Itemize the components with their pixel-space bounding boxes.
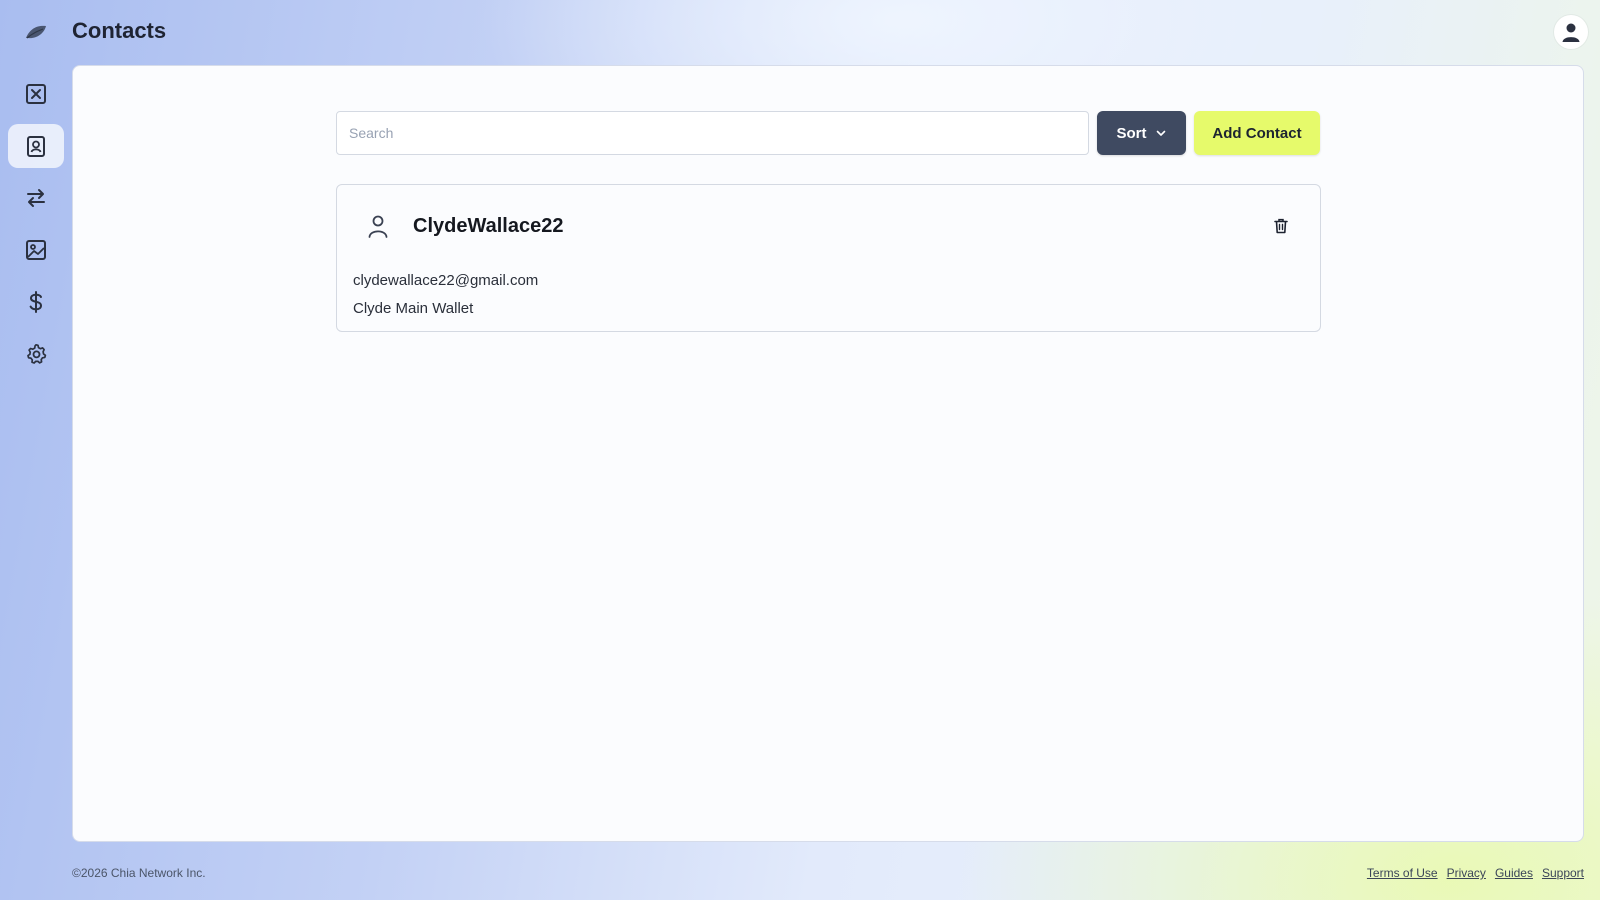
app-logo [24, 22, 48, 42]
close-box-icon [26, 84, 46, 104]
add-contact-button[interactable]: Add Contact [1194, 111, 1320, 155]
privacy-link[interactable]: Privacy [1447, 866, 1486, 880]
user-icon [1562, 23, 1580, 42]
support-link[interactable]: Support [1542, 866, 1584, 880]
image-icon [26, 240, 46, 260]
trash-icon [1274, 218, 1288, 234]
main-panel [72, 65, 1584, 842]
sidebar-item-contacts[interactable] [8, 124, 64, 168]
contact-name: ClydeWallace22 [413, 215, 564, 237]
sidebar-item-settings[interactable] [8, 332, 64, 376]
terms-of-use-link[interactable]: Terms of Use [1367, 866, 1438, 880]
add-contact-label: Add Contact [1212, 124, 1302, 142]
user-avatar-button[interactable] [1554, 15, 1588, 49]
contact-wallet-name: Clyde Main Wallet [353, 300, 474, 317]
contact-email: clydewallace22@gmail.com [353, 272, 539, 289]
contact-card[interactable]: ClydeWallace22 clydewallace22@gmail.com … [336, 184, 1321, 332]
sidebar-item-tokens[interactable] [8, 280, 64, 324]
sidebar-item-offers[interactable] [8, 72, 64, 116]
sidebar-item-nfts[interactable] [8, 228, 64, 272]
person-icon [365, 213, 391, 239]
dollar-icon [29, 291, 43, 313]
sort-button[interactable]: Sort [1097, 111, 1186, 155]
page-title: Contacts [72, 18, 167, 43]
chevron-down-icon [1156, 130, 1165, 136]
sort-button-label: Sort [1116, 124, 1147, 142]
contacts-icon [27, 136, 45, 157]
sidebar-item-transactions[interactable] [8, 176, 64, 220]
guides-link[interactable]: Guides [1495, 866, 1533, 880]
footer-links: Terms of Use Privacy Guides Support [1367, 866, 1584, 880]
transfer-arrows-icon [27, 189, 45, 207]
search-input[interactable] [336, 111, 1089, 155]
copyright-text: ©2026 Chia Network Inc. [72, 866, 206, 880]
gear-icon [27, 343, 47, 364]
delete-contact-button[interactable] [1272, 217, 1290, 235]
